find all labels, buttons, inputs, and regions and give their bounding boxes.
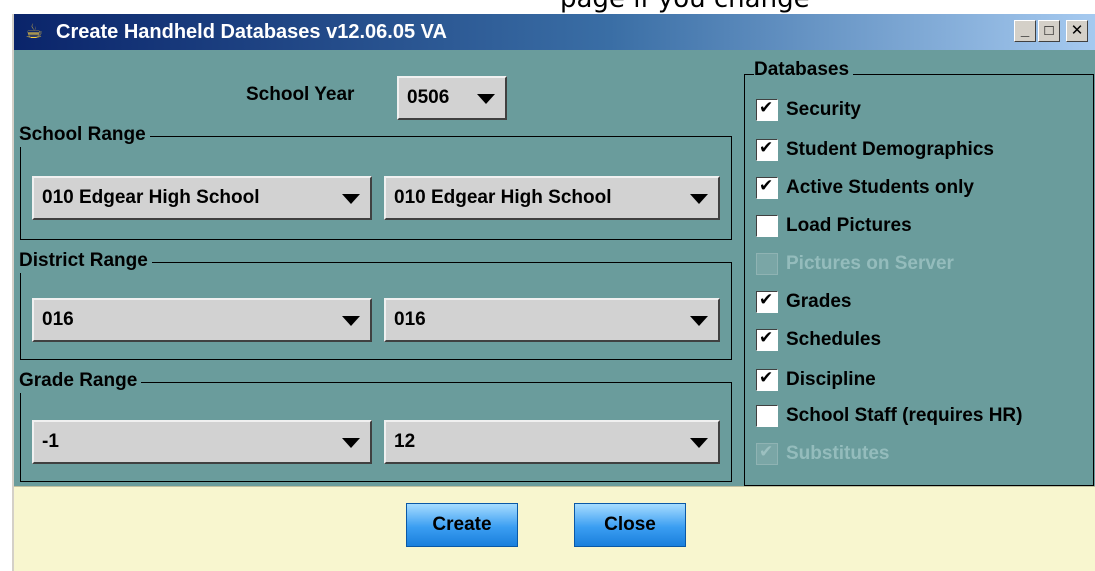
databases-title: Databases [754, 58, 854, 82]
checkbox-label: Student Demographics [786, 139, 994, 160]
checkbox-school-staff[interactable]: School Staff (requires HR) [756, 402, 1022, 430]
school-year-value: 0506 [407, 87, 450, 108]
checkbox-label: Discipline [786, 369, 876, 390]
chevron-down-icon [342, 316, 360, 326]
school-range-title: School Range [19, 123, 150, 147]
chevron-down-icon [690, 316, 708, 326]
chevron-down-icon [690, 438, 708, 448]
chevron-down-icon [690, 194, 708, 204]
grade-range-from-select[interactable]: -1 [32, 420, 372, 464]
button-bar: Create Close [14, 486, 1095, 571]
checkbox-schedules[interactable]: Schedules [756, 326, 881, 354]
school-range-to-value: 010 Edgear High School [394, 187, 612, 208]
checkbox-label: Active Students only [786, 177, 974, 198]
checkbox-discipline[interactable]: Discipline [756, 366, 876, 394]
checkbox-student-demographics[interactable]: Student Demographics [756, 136, 994, 164]
school-range-to-select[interactable]: 010 Edgear High School [384, 176, 720, 220]
minimize-button[interactable]: _ [1014, 20, 1036, 42]
chevron-down-icon [342, 438, 360, 448]
district-range-to-select[interactable]: 016 [384, 298, 720, 342]
maximize-button[interactable]: □ [1038, 20, 1060, 42]
close-window-button[interactable]: ✕ [1066, 20, 1088, 42]
create-handheld-databases-window: ☕ Create Handheld Databases v12.06.05 VA… [12, 14, 1095, 571]
checkbox-box[interactable] [756, 328, 778, 351]
school-range-from-select[interactable]: 010 Edgear High School [32, 176, 372, 220]
checkbox-label: Grades [786, 291, 852, 312]
chevron-down-icon [342, 194, 360, 204]
checkbox-grades[interactable]: Grades [756, 288, 851, 316]
checkbox-label: Pictures on Server [786, 253, 954, 274]
chevron-down-icon [477, 94, 495, 104]
grade-range-to-select[interactable]: 12 [384, 420, 720, 464]
checkbox-box[interactable] [756, 215, 778, 237]
create-button[interactable]: Create [406, 503, 518, 547]
checkbox-label: Schedules [786, 329, 882, 350]
checkbox-pictures-on-server: Pictures on Server [756, 250, 954, 278]
checkbox-label: Security [786, 99, 861, 120]
district-range-to-value: 016 [394, 309, 426, 330]
checkbox-box[interactable] [756, 176, 778, 199]
checkbox-security[interactable]: Security [756, 96, 861, 124]
checkbox-box[interactable] [756, 290, 778, 313]
district-range-from-select[interactable]: 016 [32, 298, 372, 342]
window-title: Create Handheld Databases v12.06.05 VA [56, 21, 447, 43]
checkbox-box[interactable] [756, 138, 778, 161]
checkbox-load-pictures[interactable]: Load Pictures [756, 212, 912, 240]
background-window-text: page if you change [560, 0, 810, 14]
checkbox-box[interactable] [756, 98, 778, 121]
title-bar[interactable]: ☕ Create Handheld Databases v12.06.05 VA… [14, 14, 1095, 50]
grade-range-to-value: 12 [394, 431, 416, 452]
checkbox-active-students-only[interactable]: Active Students only [756, 174, 974, 202]
school-year-select[interactable]: 0506 [397, 76, 507, 120]
school-year-label: School Year [246, 84, 355, 105]
district-range-title: District Range [19, 249, 152, 273]
grade-range-title: Grade Range [19, 369, 142, 393]
checkbox-box [756, 253, 778, 275]
checkbox-box[interactable] [756, 368, 778, 391]
grade-range-from-value: -1 [42, 431, 59, 452]
close-button[interactable]: Close [574, 503, 686, 547]
checkbox-label: School Staff (requires HR) [786, 405, 1023, 426]
school-range-from-value: 010 Edgear High School [42, 187, 260, 208]
checkbox-box [756, 442, 778, 465]
checkbox-box[interactable] [756, 405, 778, 427]
checkbox-label: Load Pictures [786, 215, 912, 236]
district-range-from-value: 016 [42, 309, 74, 330]
checkbox-substitutes: Substitutes [756, 440, 889, 468]
checkbox-label: Substitutes [786, 443, 890, 464]
java-app-icon: ☕ [25, 21, 43, 43]
